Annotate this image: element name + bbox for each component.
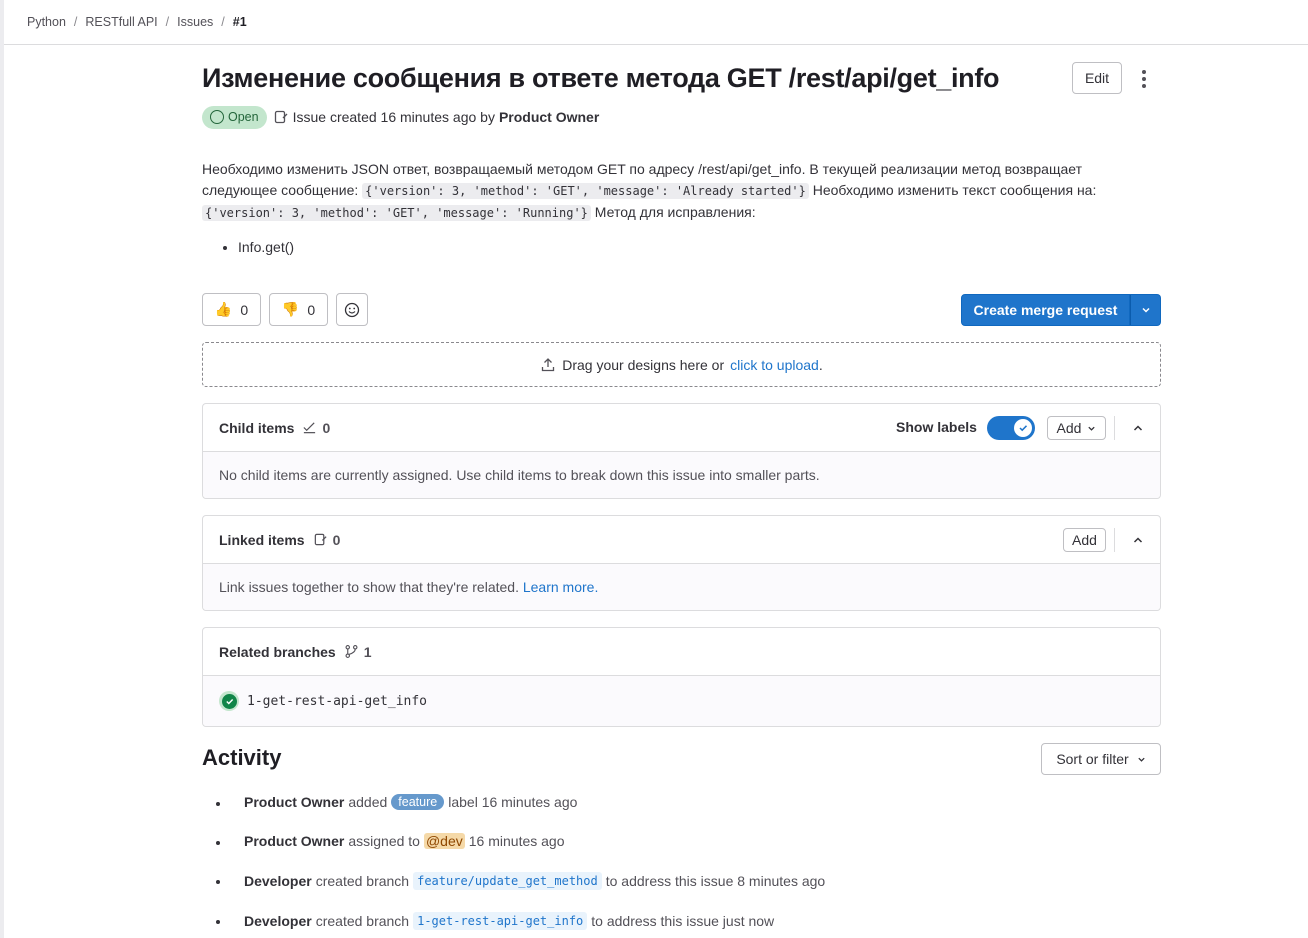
status-badge-label: Open bbox=[228, 110, 259, 124]
child-items-title: Child items bbox=[219, 419, 295, 436]
child-items-card: Child items 0 Show labels Add No child i… bbox=[202, 403, 1161, 499]
list-item: Info.get() bbox=[238, 239, 294, 255]
activity-item: Developer created branch 1-get-rest-api-… bbox=[244, 912, 775, 930]
activity-item: Developer created branch feature/update_… bbox=[244, 872, 826, 890]
thumbs-up-count: 0 bbox=[240, 301, 249, 318]
thumbs-up-button[interactable]: 👍 0 bbox=[202, 293, 261, 326]
chevron-down-icon bbox=[1138, 757, 1145, 762]
issue-type-icon bbox=[314, 533, 327, 546]
branch-link[interactable]: 1-get-rest-api-get_info bbox=[413, 912, 588, 930]
linked-items-header: Linked items 0 Add bbox=[203, 516, 1160, 564]
show-labels-label: Show labels bbox=[896, 419, 977, 435]
status-badge: Open bbox=[202, 105, 267, 129]
breadcrumb-issues[interactable]: Issues bbox=[177, 15, 213, 29]
collapse-linked-items-icon[interactable] bbox=[1114, 528, 1160, 552]
description-code-1: {'version': 3, 'method': 'GET', 'message… bbox=[362, 183, 809, 199]
issue-description: Необходимо изменить JSON ответ, возвраща… bbox=[202, 159, 1161, 224]
upload-link[interactable]: click to upload bbox=[730, 357, 819, 373]
description-text-2: Необходимо изменить текст сообщения на: bbox=[812, 182, 1097, 198]
branch-link[interactable]: feature/update_get_method bbox=[413, 872, 602, 890]
child-items-empty: No child items are currently assigned. U… bbox=[203, 452, 1160, 498]
thumbs-down-button[interactable]: 👎 0 bbox=[269, 293, 328, 326]
breadcrumb-separator: / bbox=[73, 15, 78, 29]
related-branches-card: Related branches 1 1-get-rest-api-get_in… bbox=[202, 627, 1161, 727]
author-link[interactable]: Product Owner bbox=[499, 109, 599, 125]
activity-actor[interactable]: Developer bbox=[244, 873, 312, 889]
linked-items-add-button[interactable]: Add bbox=[1063, 528, 1106, 552]
branch-item[interactable]: 1-get-rest-api-get_info bbox=[219, 691, 427, 711]
feature-label-badge[interactable]: feature bbox=[391, 794, 445, 810]
learn-more-link[interactable]: Learn more. bbox=[523, 579, 598, 595]
pipeline-success-icon bbox=[219, 691, 239, 711]
related-branches-list: 1-get-rest-api-get_info bbox=[203, 676, 1160, 726]
merge-request-dropdown-toggle[interactable] bbox=[1130, 294, 1161, 326]
breadcrumb-separator: / bbox=[165, 15, 170, 29]
linked-items-empty: Link issues together to show that they'r… bbox=[203, 564, 1160, 610]
description-list: Info.get() bbox=[222, 239, 294, 255]
activity-title: Activity bbox=[202, 745, 282, 770]
breadcrumb: Python / RESTfull API / Issues / #1 bbox=[4, 0, 1308, 45]
edit-button[interactable]: Edit bbox=[1072, 62, 1122, 94]
branch-name[interactable]: 1-get-rest-api-get_info bbox=[247, 694, 427, 709]
description-text-3: Метод для исправления: bbox=[594, 204, 756, 220]
timeline-dot bbox=[216, 802, 220, 806]
design-dropzone[interactable]: Drag your designs here or click to uploa… bbox=[202, 342, 1161, 387]
add-reaction-button[interactable] bbox=[336, 293, 368, 326]
activity-item: Product Owner added feature label 16 min… bbox=[244, 794, 578, 810]
related-branches-count: 1 bbox=[344, 644, 372, 660]
activity-actor[interactable]: Product Owner bbox=[244, 833, 344, 849]
branch-icon bbox=[345, 645, 358, 658]
timeline-dot bbox=[216, 841, 220, 845]
child-items-icon bbox=[303, 422, 316, 434]
breadcrumb-issue-number[interactable]: #1 bbox=[233, 15, 247, 29]
left-sidebar-edge bbox=[0, 0, 4, 938]
thumbs-down-icon: 👎 bbox=[281, 301, 300, 317]
check-icon bbox=[1014, 419, 1032, 437]
title-row: Изменение сообщения в ответе метода GET … bbox=[202, 62, 1161, 99]
sort-filter-button[interactable]: Sort or filter bbox=[1041, 743, 1161, 775]
dropzone-text: Drag your designs here or bbox=[562, 356, 725, 373]
child-items-header: Child items 0 Show labels Add bbox=[203, 404, 1160, 452]
smiley-icon bbox=[344, 302, 360, 317]
upload-icon bbox=[542, 357, 555, 371]
child-items-add-button[interactable]: Add bbox=[1047, 416, 1106, 440]
timeline-dot bbox=[216, 920, 220, 924]
issue-type-icon bbox=[273, 109, 289, 125]
linked-items-card: Linked items 0 Add Link issues together … bbox=[202, 515, 1161, 611]
create-merge-request-button[interactable]: Create merge request bbox=[961, 294, 1130, 326]
child-items-count: 0 bbox=[302, 420, 330, 436]
breadcrumb-separator: / bbox=[221, 15, 225, 29]
related-branches-header: Related branches 1 bbox=[203, 628, 1160, 676]
linked-items-title: Linked items bbox=[219, 531, 305, 548]
page-title: Изменение сообщения в ответе метода GET … bbox=[202, 63, 1000, 93]
chevron-down-icon bbox=[1141, 307, 1150, 313]
collapse-child-items-icon[interactable] bbox=[1114, 416, 1160, 440]
timeline-dot bbox=[216, 880, 220, 884]
merge-request-split-button: Create merge request bbox=[961, 294, 1161, 326]
activity-actor[interactable]: Developer bbox=[244, 913, 312, 929]
more-actions-icon[interactable] bbox=[1134, 68, 1154, 90]
dropzone-suffix: . bbox=[818, 356, 823, 373]
description-code-2: {'version': 3, 'method': 'GET', 'message… bbox=[202, 205, 591, 221]
chevron-down-icon bbox=[1088, 426, 1096, 431]
thumbs-up-icon: 👍 bbox=[214, 301, 233, 317]
related-branches-title: Related branches bbox=[219, 643, 336, 660]
breadcrumb-restfull-api[interactable]: RESTfull API bbox=[85, 15, 157, 29]
thumbs-down-count: 0 bbox=[307, 301, 316, 318]
activity-actor[interactable]: Product Owner bbox=[244, 794, 344, 810]
issue-meta: Open Issue created 16 minutes ago by Pro… bbox=[202, 105, 599, 129]
show-labels-toggle[interactable] bbox=[987, 416, 1035, 440]
linked-items-count: 0 bbox=[313, 532, 340, 548]
breadcrumb-python[interactable]: Python bbox=[27, 15, 66, 29]
activity-item: Product Owner assigned to @dev 16 minute… bbox=[244, 833, 565, 849]
issue-open-icon bbox=[210, 110, 224, 124]
created-text: Issue created 16 minutes ago by bbox=[292, 109, 495, 125]
reactions-row: 👍 0 👎 0 Create merge request bbox=[202, 293, 1161, 327]
user-mention[interactable]: @dev bbox=[423, 833, 465, 849]
